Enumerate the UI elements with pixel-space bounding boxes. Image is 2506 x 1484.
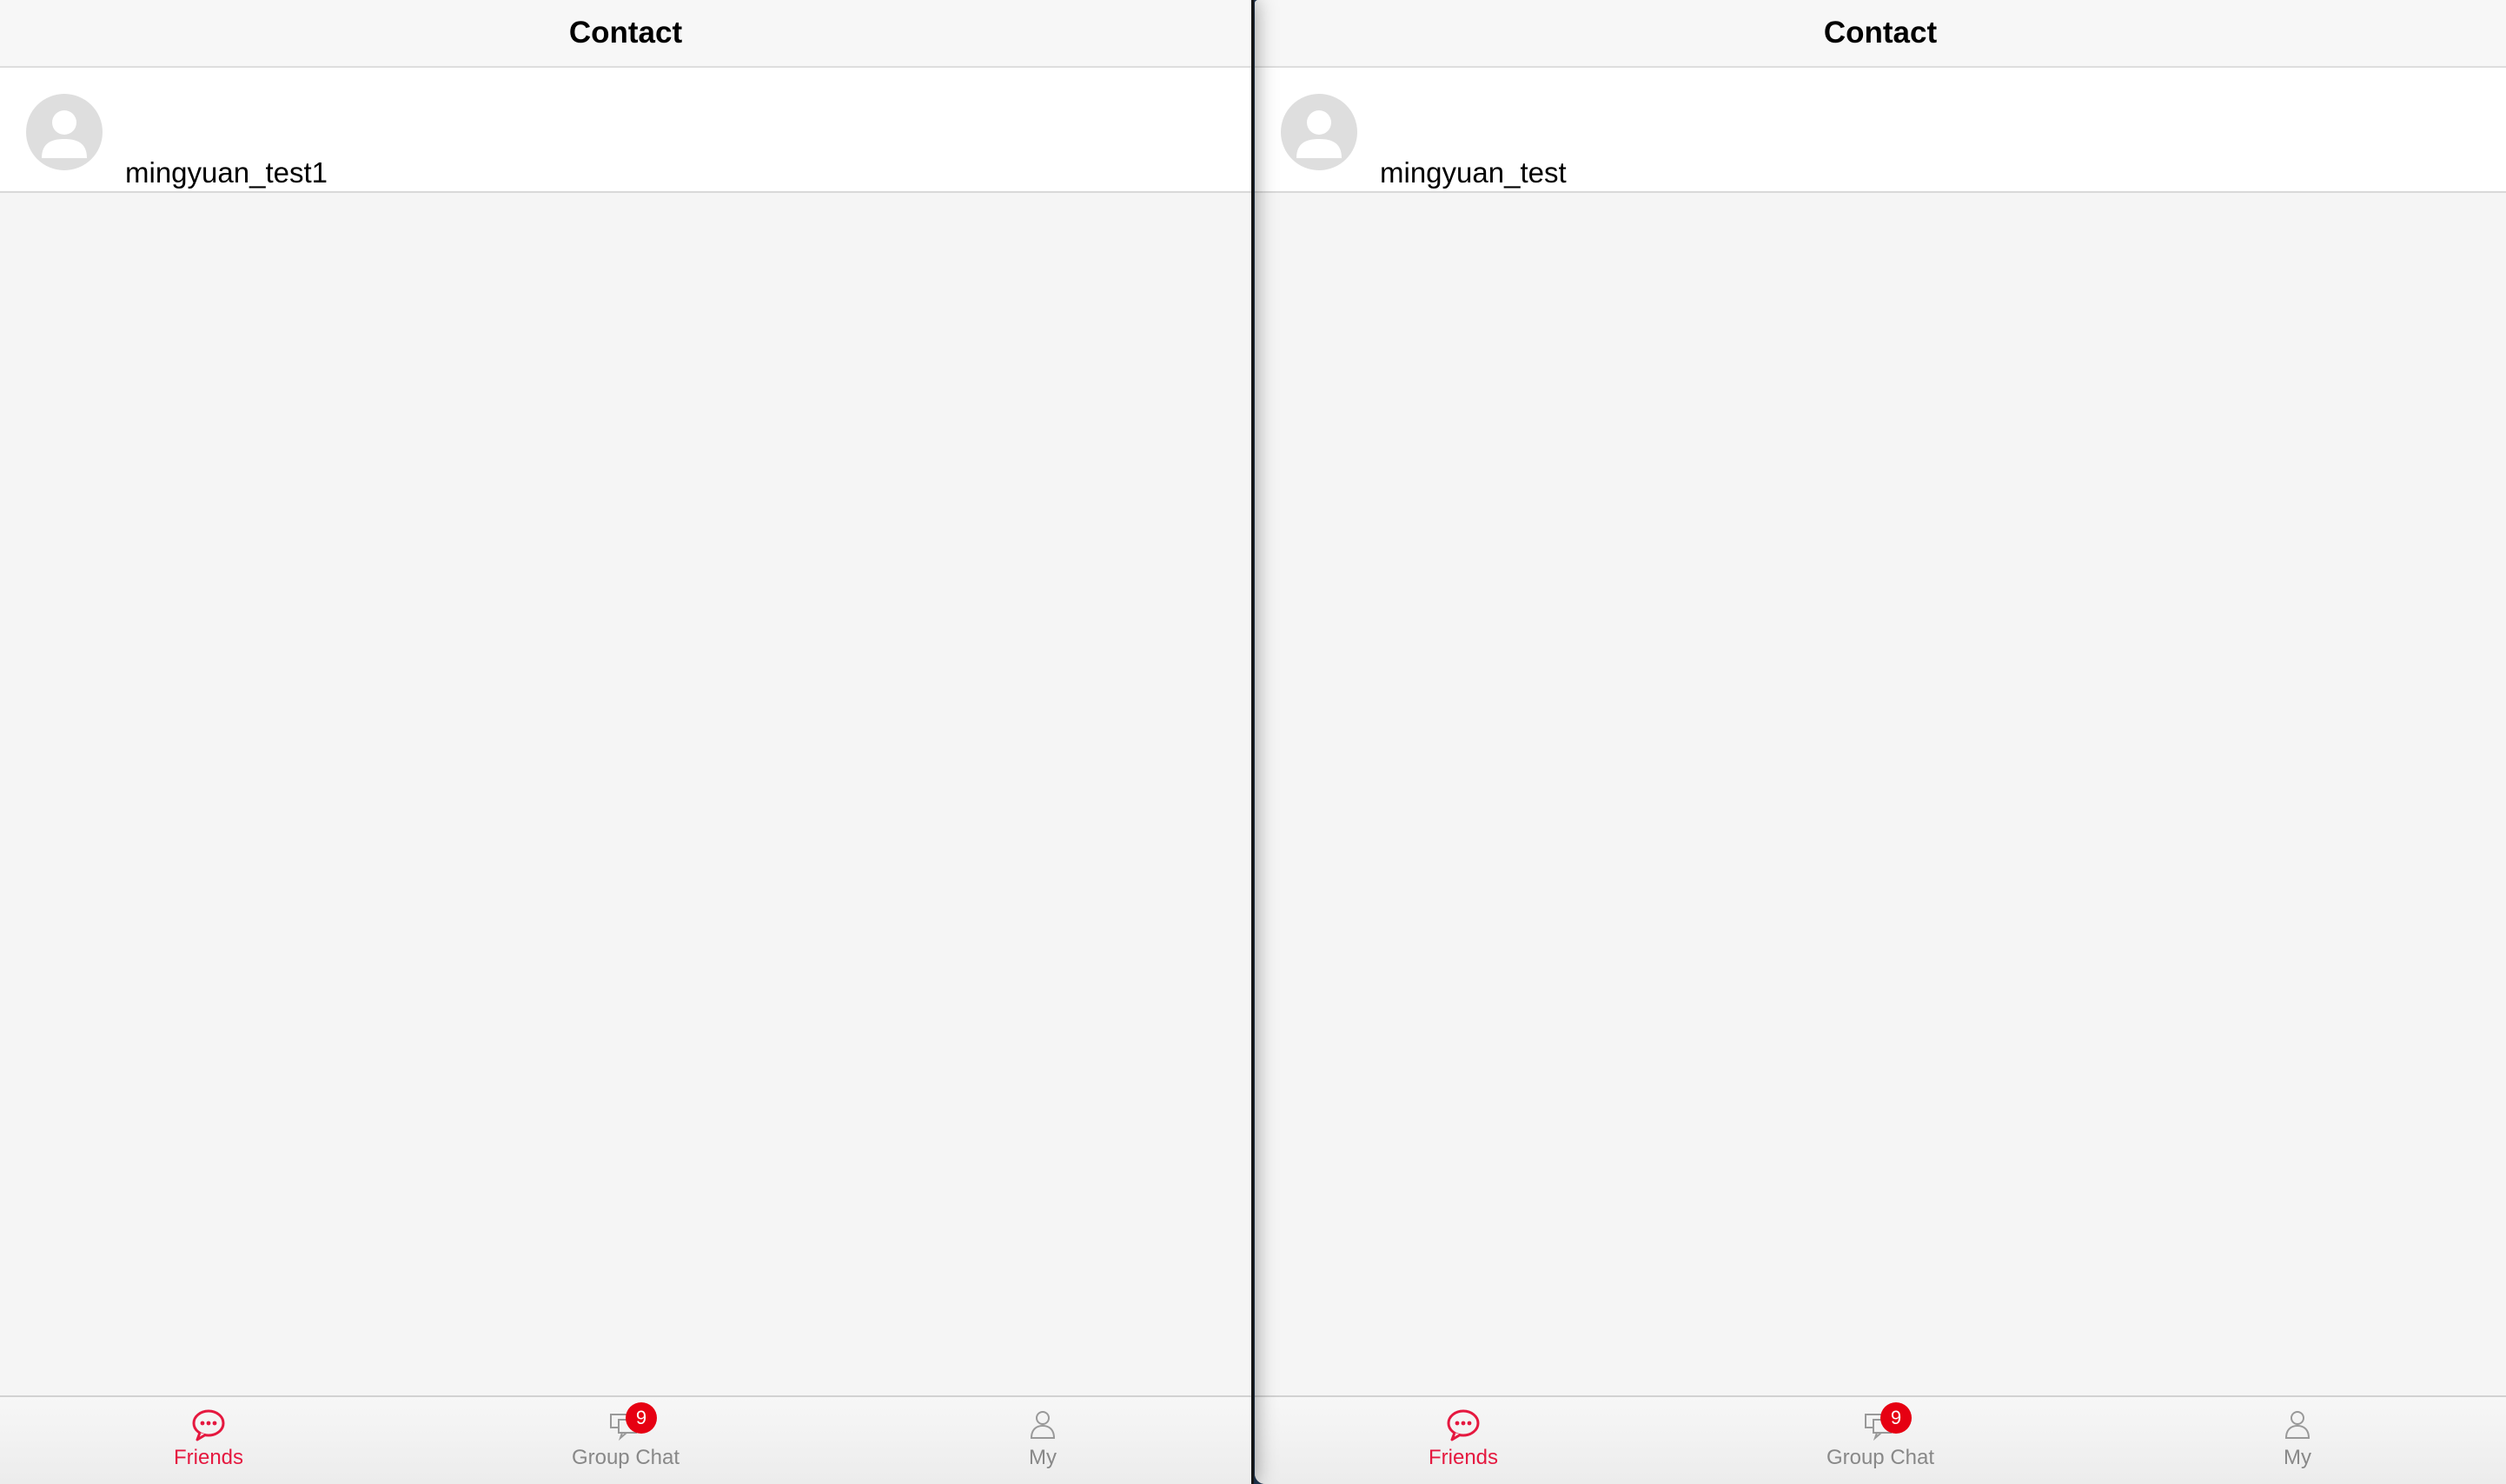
tab-label: Friends xyxy=(1428,1446,1499,1469)
unread-badge: 9 xyxy=(626,1402,657,1434)
tab-label: Group Chat xyxy=(1826,1446,1935,1469)
person-icon xyxy=(1024,1408,1062,1442)
tab-label: Friends xyxy=(173,1446,244,1469)
unread-badge: 9 xyxy=(1880,1402,1912,1434)
page-title: Contact xyxy=(568,16,683,50)
group-chat-icon: 9 xyxy=(1861,1402,1912,1442)
contact-list-item[interactable]: mingyuan_test1 xyxy=(0,68,1251,193)
window-divider xyxy=(1251,0,1254,1484)
person-icon xyxy=(2278,1408,2317,1442)
contact-panel-left: Contact mingyuan_test1 Friends 9 Group C… xyxy=(0,0,1251,1484)
page-title: Contact xyxy=(1823,16,1938,50)
tab-friends[interactable]: Friends xyxy=(1255,1397,1672,1484)
nav-bar: Contact xyxy=(1255,0,2506,68)
tab-bar: Friends 9 Group Chat My xyxy=(1255,1395,2506,1484)
user-placeholder-icon xyxy=(26,94,103,170)
tab-label: Group Chat xyxy=(571,1446,680,1469)
contact-list-empty-area xyxy=(0,193,1251,1397)
user-placeholder-icon xyxy=(1281,94,1357,170)
tab-label: My xyxy=(2284,1446,2311,1469)
nav-bar: Contact xyxy=(0,0,1251,68)
tab-label: My xyxy=(1029,1446,1057,1469)
tab-group-chat[interactable]: 9 Group Chat xyxy=(1672,1397,2089,1484)
contact-list-empty-area xyxy=(1255,193,2506,1397)
contact-panel-right: Contact mingyuan_test Friends 9 Group Ch… xyxy=(1255,0,2506,1484)
tab-group-chat[interactable]: 9 Group Chat xyxy=(417,1397,834,1484)
chat-bubble-icon xyxy=(1444,1408,1482,1442)
tab-my[interactable]: My xyxy=(2089,1397,2506,1484)
contact-name: mingyuan_test xyxy=(1380,156,1567,189)
contact-list-item[interactable]: mingyuan_test xyxy=(1255,68,2506,193)
tab-friends[interactable]: Friends xyxy=(0,1397,417,1484)
tab-my[interactable]: My xyxy=(834,1397,1251,1484)
contact-name: mingyuan_test1 xyxy=(125,156,328,189)
chat-bubble-icon xyxy=(189,1408,228,1442)
group-chat-icon: 9 xyxy=(607,1402,657,1442)
tab-bar: Friends 9 Group Chat My xyxy=(0,1395,1251,1484)
